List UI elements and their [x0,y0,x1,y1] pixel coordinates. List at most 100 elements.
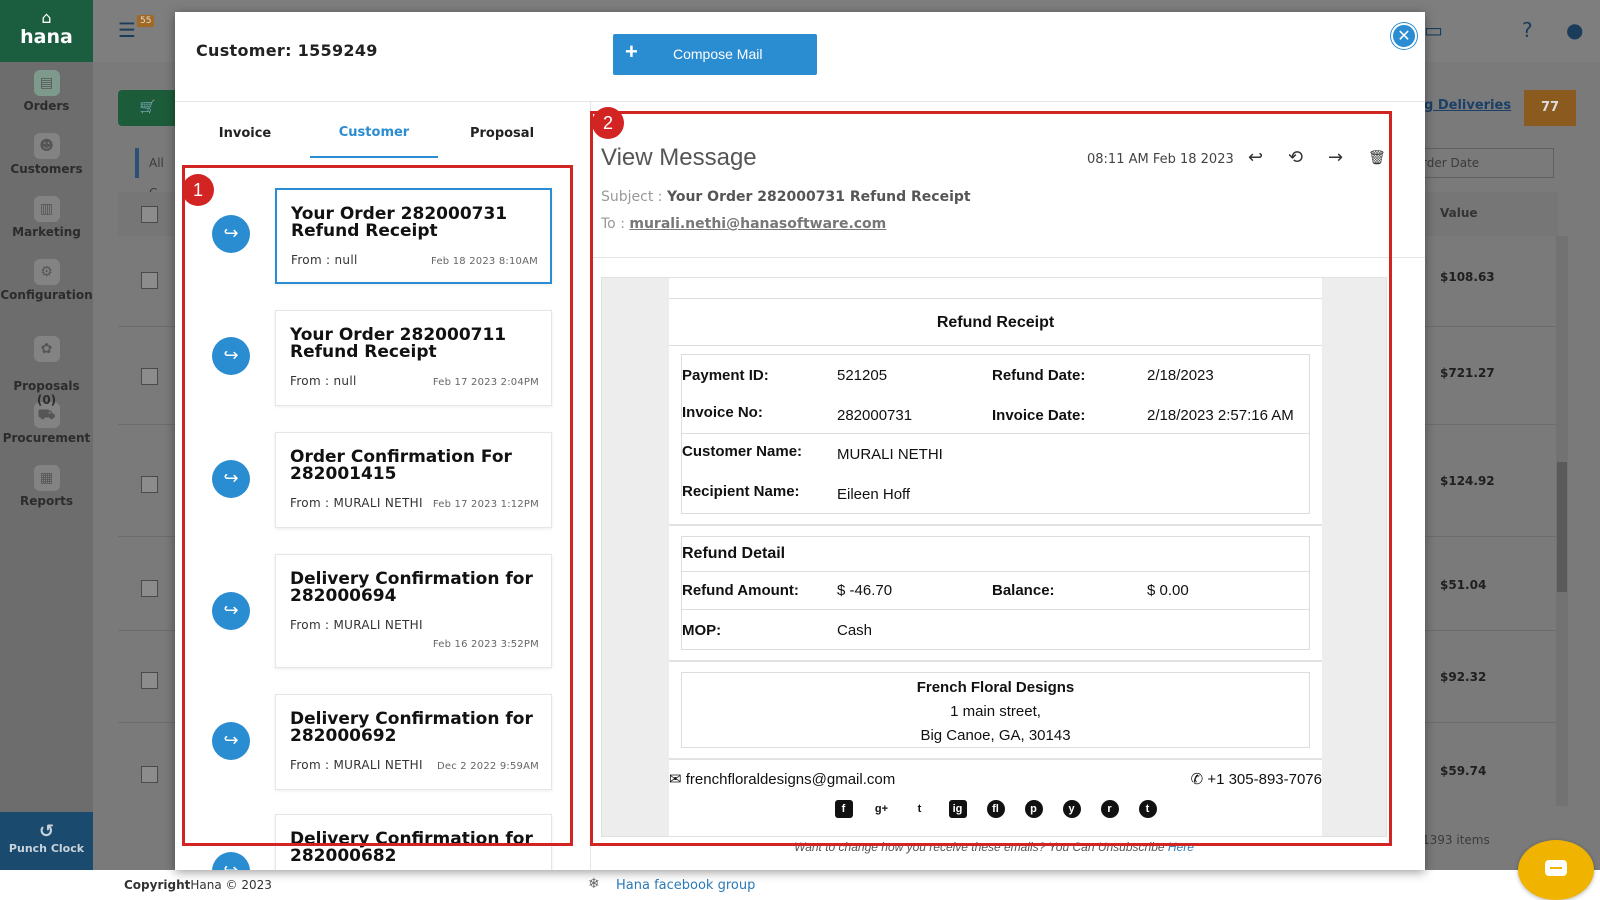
delete-button[interactable]: 🗑 [1368,150,1386,166]
message-from: From : MURALI NETHI [290,496,423,510]
compose-mail-button[interactable]: + Compose Mail [613,34,817,75]
sidebar-item-customers[interactable]: ☻ Customers [0,125,93,188]
reply-icon: ↩ [1248,147,1264,168]
to-email-link[interactable]: murali.nethi@hanasoftware.com [629,216,886,232]
row-checkbox[interactable] [141,476,158,493]
forward-icon: ↪ [212,337,250,375]
pinterest-icon[interactable]: p [1024,800,1043,818]
plus-icon: + [625,39,638,64]
row-checkbox[interactable] [141,580,158,597]
forward-icon: ↪ [212,215,250,253]
recipient-name-value: Eileen Hoff [837,486,911,503]
reply-button[interactable]: ↩ [1248,147,1263,168]
customer-messages-modal: Customer: 1559249 + Compose Mail ✕ Invoi… [175,12,1425,870]
message-from: From : null [291,253,358,267]
message-list[interactable]: ↪ Your Order 282000731 Refund Receipt Fr… [175,160,591,870]
message-card[interactable]: Delivery Confirmation for 282000682 [275,814,552,870]
reply-all-button[interactable]: ⟲ [1288,147,1303,168]
facebook-group-link[interactable]: Hana facebook group [616,878,755,893]
message-subject: Your Order 282000731 Refund Receipt [291,204,508,241]
yelp-icon[interactable]: y [1062,800,1081,818]
invoice-date-label: Invoice Date: [992,407,1086,424]
message-card[interactable]: Your Order 282000731 Refund Receipt From… [275,188,552,284]
sidebar-item-label: Configuration [0,288,93,302]
scrollbar-thumb[interactable] [1557,462,1567,592]
message-card[interactable]: Delivery Confirmation for 282000692 From… [275,694,552,790]
mop-value: Cash [837,622,873,639]
stack-icon[interactable]: ☰ [118,18,136,42]
payment-id-label: Payment ID: [682,367,769,384]
row-value: $59.74 [1440,764,1487,778]
deliveries-link[interactable]: g Deliveries [1424,98,1511,113]
sidebar-item-marketing[interactable]: ▥ Marketing [0,188,93,251]
reddit-icon[interactable]: r [1100,800,1119,818]
twitter-icon[interactable]: t [911,800,929,818]
message-subject: Order Confirmation For 282001415 [290,447,512,484]
help-icon[interactable]: ? [1522,18,1533,42]
tab-invoice[interactable]: Invoice [181,102,309,158]
shop-email[interactable]: ✉ frenchfloraldesigns@gmail.com [669,770,895,788]
balance-label: Balance: [992,582,1055,599]
from-value: null [334,253,358,267]
tab-proposal[interactable]: Proposal [438,102,566,158]
unsubscribe-text: Want to change how you receive these ema… [794,840,1165,854]
row-value: $92.32 [1440,670,1487,684]
table-scrollbar[interactable] [1556,236,1568,806]
receipt-heading: Refund Receipt [669,298,1322,346]
row-checkbox[interactable] [141,272,158,289]
desktop-icon[interactable]: ▭ [1424,18,1443,42]
cart-button[interactable]: 🛒 [118,90,178,126]
divider [682,609,1309,610]
to-label: To : [601,216,625,232]
flickr-icon[interactable]: fl [986,800,1005,818]
close-modal-button[interactable]: ✕ [1391,23,1417,49]
chat-widget-button[interactable] [1518,840,1594,900]
message-card[interactable]: Delivery Confirmation for 282000694 From… [275,554,552,668]
deliveries-count: 77 [1524,90,1576,126]
sidebar-item-orders[interactable]: ▤ Orders [0,62,93,125]
message-timestamp: 08:11 AM Feb 18 2023 [1087,152,1234,167]
shop-phone[interactable]: ✆ +1 305-893-7076 [1191,770,1322,788]
shop-name: French Floral Designs [916,679,1075,696]
sidebar-item-reports[interactable]: ▦ Reports [0,457,93,520]
sidebar-item-configuration[interactable]: ⚙ Configuration [0,251,93,314]
message-subject: Your Order 282000711 Refund Receipt [290,325,507,362]
message-tabs: Invoice Customer Proposal [175,102,591,160]
unsubscribe-note: Want to change how you receive these ema… [601,840,1387,854]
reports-icon: ▦ [33,465,60,491]
google-plus-icon[interactable]: g+ [873,800,891,818]
filter-tab[interactable]: All C [135,148,175,200]
row-checkbox[interactable] [141,672,158,689]
message-subject: Delivery Confirmation for 282000694 [290,569,533,606]
message-date: Feb 18 2023 8:10AM [431,256,538,267]
instagram-icon[interactable]: ig [948,800,967,818]
sidebar-item-label: Procurement [2,431,91,445]
message-from: From : MURALI NETHI [290,618,423,632]
message-card[interactable]: Order Confirmation For 282001415 From : … [275,432,552,528]
orders-icon: ▤ [33,70,60,96]
sort-select[interactable]: rder Date [1418,148,1554,178]
select-all-checkbox[interactable] [141,206,158,223]
from-value: MURALI NETHI [333,496,423,510]
invoice-date-value: 2/18/2023 2:57:16 AM [1147,407,1294,424]
items-count: 1393 items [1422,833,1490,847]
snowflake-icon: ❄ [588,876,600,892]
facebook-icon[interactable]: f [834,800,853,818]
unsubscribe-link[interactable]: Here [1168,840,1194,854]
row-checkbox[interactable] [141,766,158,783]
refund-date-label: Refund Date: [992,367,1086,384]
row-checkbox[interactable] [141,368,158,385]
brand-logo[interactable]: ⌂ hana [0,0,93,62]
sidebar-item-procurement[interactable]: ⛟ Procurement [0,394,93,457]
email-frame[interactable]: Refund Receipt Payment ID: 521205 Refund… [601,277,1387,837]
message-card[interactable]: Your Order 282000711 Refund Receipt From… [275,310,552,406]
user-icon[interactable]: ● [1566,18,1583,42]
subject-value: Your Order 282000731 Refund Receipt [666,189,971,205]
sidebar-item-proposals[interactable]: ✿ Proposals (0) [0,314,93,407]
refund-date-value: 2/18/2023 [1147,367,1214,384]
punch-clock-button[interactable]: ↺ Punch Clock [0,812,93,870]
forward-button[interactable]: → [1328,147,1343,168]
tab-customer[interactable]: Customer [310,102,438,158]
tumblr-icon[interactable]: t [1138,800,1157,818]
copyright-label: Copyright [124,878,191,892]
